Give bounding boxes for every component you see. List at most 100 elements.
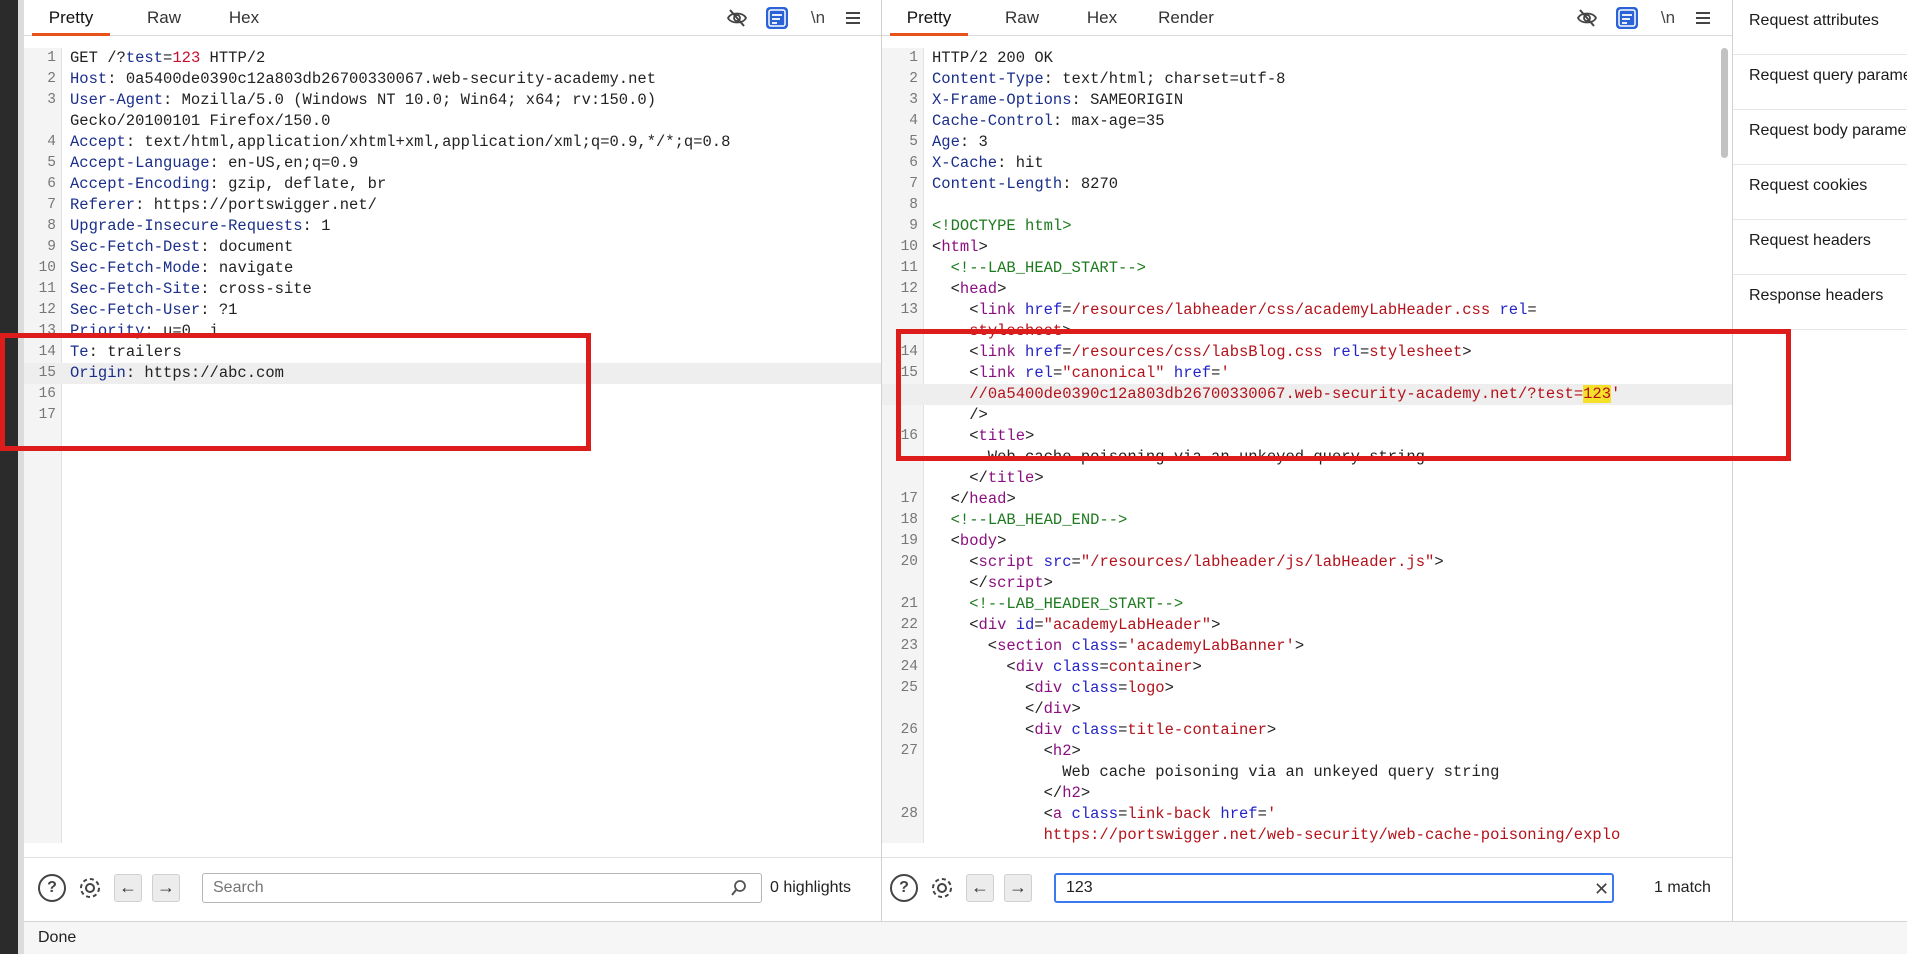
response-code-line[interactable]: 25 <div class=logo> (882, 678, 1732, 699)
request-code-line[interactable]: 4 Accept: text/html,application/xhtml+xml… (24, 132, 881, 153)
line-number: 21 (900, 596, 918, 612)
wrap-icon[interactable] (766, 7, 788, 29)
line-number: 27 (900, 743, 918, 759)
line-code: https://portswigger.net/web-security/web… (1043, 826, 1621, 843)
response-tab-hex[interactable]: Hex (1072, 0, 1132, 36)
request-code-line[interactable]: 11 Sec-Fetch-Site: cross-site (24, 279, 881, 300)
response-code-line[interactable]: 12 <head> (882, 279, 1732, 300)
response-code-line[interactable]: 10 <html> (882, 237, 1732, 258)
response-search-input[interactable] (1054, 873, 1614, 903)
line-number: 6 (47, 176, 56, 192)
request-tab-pretty[interactable]: Pretty (32, 0, 110, 36)
response-tab-raw[interactable]: Raw (992, 0, 1052, 36)
response-code-line[interactable]: 1 HTTP/2 200 OK (882, 48, 1732, 69)
request-code-line[interactable]: Gecko/20100101 Firefox/150.0 (24, 111, 881, 132)
previous-arrow-icon[interactable]: ← (114, 874, 142, 902)
response-tab-pretty[interactable]: Pretty (890, 0, 968, 36)
line-code: <script src="/resources/labheader/js/lab… (932, 553, 1444, 571)
response-code-line[interactable]: 7 Content-Length: 8270 (882, 174, 1732, 195)
response-scrollbar[interactable] (1721, 48, 1728, 158)
request-code-line[interactable]: 6 Accept-Encoding: gzip, deflate, br (24, 174, 881, 195)
response-code-line[interactable]: https://portswigger.net/web-security/web… (882, 825, 1732, 843)
menu-icon[interactable] (842, 7, 864, 29)
line-number: 24 (900, 659, 918, 675)
help-icon[interactable]: ? (890, 874, 918, 902)
response-code-line[interactable]: </title> (882, 468, 1732, 489)
highlights-count: 0 highlights (770, 879, 851, 896)
response-code-line[interactable]: </h2> (882, 783, 1732, 804)
request-code-line[interactable]: 12 Sec-Fetch-User: ?1 (24, 300, 881, 321)
request-code-line[interactable]: 10 Sec-Fetch-Mode: navigate (24, 258, 881, 279)
response-code-line[interactable]: 8 (882, 195, 1732, 216)
line-code: Upgrade-Insecure-Requests: 1 (70, 217, 331, 235)
eye-slash-icon[interactable] (726, 7, 748, 29)
line-code: Sec-Fetch-Site: cross-site (70, 280, 312, 298)
response-code-line[interactable]: 5 Age: 3 (882, 132, 1732, 153)
response-search-bar: ? ← → ✕ 1 match (882, 857, 1732, 921)
response-code-line[interactable]: 28 <a class=link-back href=' (882, 804, 1732, 825)
response-code-line[interactable]: 23 <section class='academyLabBanner'> (882, 636, 1732, 657)
request-tab-raw[interactable]: Raw (134, 0, 194, 36)
response-code-line[interactable]: 4 Cache-Control: max-age=35 (882, 111, 1732, 132)
line-number: 9 (47, 239, 56, 255)
next-arrow-icon[interactable]: → (1004, 874, 1032, 902)
settings-gear-icon[interactable] (76, 874, 104, 902)
line-code: <!DOCTYPE html> (932, 217, 1072, 235)
help-icon[interactable]: ? (38, 874, 66, 902)
response-code-line[interactable]: 18 <!--LAB_HEAD_END--> (882, 510, 1732, 531)
line-number: 17 (900, 491, 918, 507)
settings-gear-icon[interactable] (928, 874, 956, 902)
line-code: Web cache poisoning via an unkeyed query… (932, 763, 1500, 781)
response-code-line[interactable]: Web cache poisoning via an unkeyed query… (882, 762, 1732, 783)
request-code-line[interactable]: 5 Accept-Language: en-US,en;q=0.9 (24, 153, 881, 174)
clear-search-icon[interactable]: ✕ (1594, 879, 1609, 900)
response-code-line[interactable]: 24 <div class=container> (882, 657, 1732, 678)
inspector-request-query-parameters[interactable]: Request query parameters (1733, 55, 1907, 110)
response-code-line[interactable]: 3 X-Frame-Options: SAMEORIGIN (882, 90, 1732, 111)
response-code-line[interactable]: 20 <script src="/resources/labheader/js/… (882, 552, 1732, 573)
line-number: 22 (900, 617, 918, 633)
newline-icon[interactable]: \n (806, 7, 830, 29)
inspector-request-cookies[interactable]: Request cookies (1733, 165, 1907, 220)
request-code-line[interactable]: 7 Referer: https://portswigger.net/ (24, 195, 881, 216)
next-arrow-icon[interactable]: → (152, 874, 180, 902)
previous-arrow-icon[interactable]: ← (966, 874, 994, 902)
line-number: 7 (47, 197, 56, 213)
request-code-line[interactable]: 3 User-Agent: Mozilla/5.0 (Windows NT 10.… (24, 90, 881, 111)
inspector-request-headers[interactable]: Request headers (1733, 220, 1907, 275)
line-number: 23 (900, 638, 918, 654)
request-code-line[interactable]: 2 Host: 0a5400de0390c12a803db26700330067.… (24, 69, 881, 90)
line-code: <link href=/resources/labheader/css/acad… (932, 301, 1537, 319)
request-code-line[interactable]: 9 Sec-Fetch-Dest: document (24, 237, 881, 258)
line-number: 11 (900, 260, 918, 276)
request-search-input[interactable] (202, 873, 762, 903)
response-code-line[interactable]: 21 <!--LAB_HEADER_START--> (882, 594, 1732, 615)
response-code-line[interactable]: 9 <!DOCTYPE html> (882, 216, 1732, 237)
request-code-line[interactable]: 8 Upgrade-Insecure-Requests: 1 (24, 216, 881, 237)
response-tab-render[interactable]: Render (1140, 0, 1232, 36)
request-tab-hex[interactable]: Hex (214, 0, 274, 36)
menu-icon[interactable] (1692, 7, 1714, 29)
newline-icon[interactable]: \n (1656, 7, 1680, 29)
response-code-line[interactable]: 22 <div id="academyLabHeader"> (882, 615, 1732, 636)
inspector-request-body-parameters[interactable]: Request body parameters (1733, 110, 1907, 165)
line-code: Content-Length: 8270 (932, 175, 1119, 193)
response-code-line[interactable]: 6 X-Cache: hit (882, 153, 1732, 174)
line-code: Sec-Fetch-Mode: navigate (70, 259, 294, 277)
response-code-line[interactable]: 2 Content-Type: text/html; charset=utf-8 (882, 69, 1732, 90)
response-code-line[interactable]: 27 <h2> (882, 741, 1732, 762)
line-code: <div id="academyLabHeader"> (932, 616, 1221, 634)
response-code-line[interactable]: </script> (882, 573, 1732, 594)
response-code-line[interactable]: 26 <div class=title-container> (882, 720, 1732, 741)
request-code-line[interactable]: 1 GET /?test=123 HTTP/2 (24, 48, 881, 69)
response-code-line[interactable]: 19 <body> (882, 531, 1732, 552)
response-code-line[interactable]: 13 <link href=/resources/labheader/css/a… (882, 300, 1732, 321)
inspector-response-headers[interactable]: Response headers (1733, 275, 1907, 330)
response-code-line[interactable]: </div> (882, 699, 1732, 720)
eye-slash-icon[interactable] (1576, 7, 1598, 29)
response-code-line[interactable]: 11 <!--LAB_HEAD_START--> (882, 258, 1732, 279)
wrap-icon[interactable] (1616, 7, 1638, 29)
line-code: Cache-Control: max-age=35 (932, 112, 1165, 130)
response-code-line[interactable]: 17 </head> (882, 489, 1732, 510)
inspector-request-attributes[interactable]: Request attributes (1733, 0, 1907, 55)
